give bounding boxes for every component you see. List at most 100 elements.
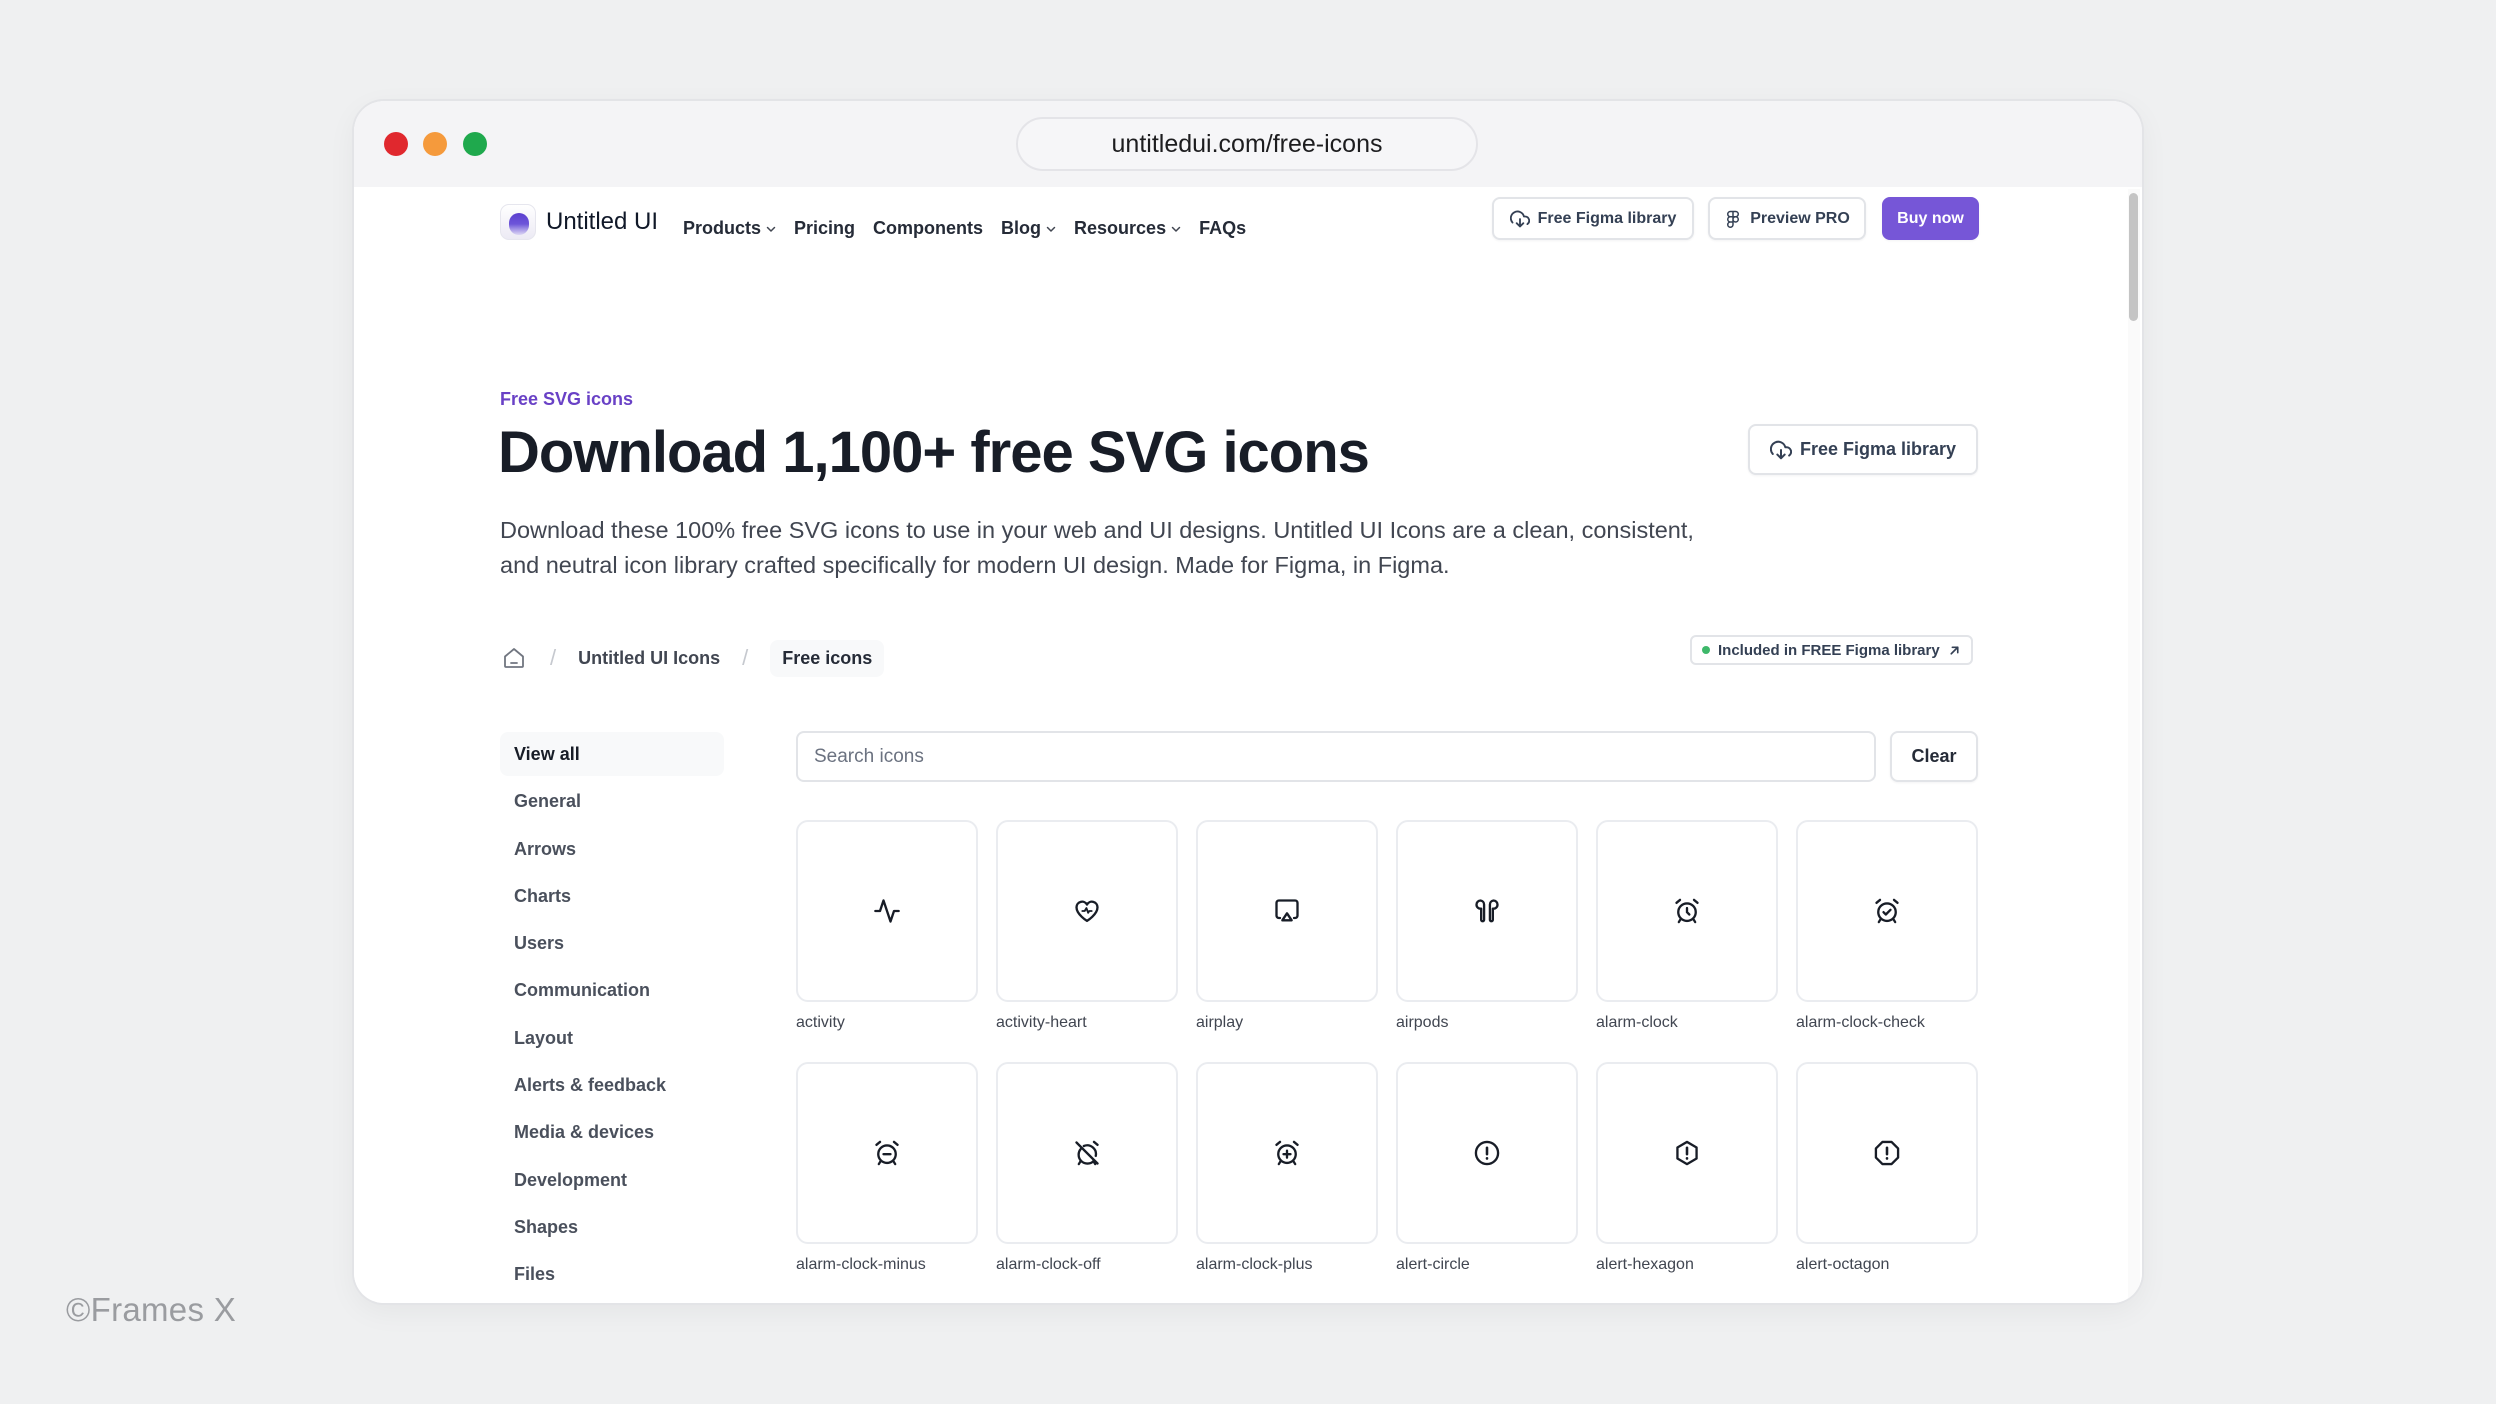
url-text: untitledui.com/free-icons (1111, 129, 1383, 158)
scrollbar-track[interactable] (2128, 189, 2140, 1299)
sidebar-item-charts[interactable]: Charts (500, 874, 724, 918)
icon-card-alarm-clock-minus[interactable] (796, 1062, 978, 1244)
nav-blog[interactable]: Blog (1001, 218, 1056, 239)
minimize-window-button[interactable] (423, 132, 447, 156)
free-figma-library-hero-label: Free Figma library (1799, 439, 1957, 459)
airpods-icon (1475, 899, 1499, 923)
icon-label: activity-heart (996, 1014, 1087, 1031)
icon-card-alarm-clock-check[interactable] (1796, 820, 1978, 1002)
icon-tile: alarm-clock (1596, 820, 1778, 1062)
category-sidebar: View all General Arrows Charts Users Com… (500, 732, 724, 1300)
icon-card-alert-octagon[interactable] (1796, 1062, 1978, 1244)
close-window-button[interactable] (384, 132, 408, 156)
alarm-clock-check-icon (1875, 898, 1899, 924)
scrollbar-thumb[interactable] (2129, 193, 2138, 321)
preview-pro-label: Preview PRO (1750, 209, 1850, 227)
sidebar-item-development[interactable]: Development (500, 1158, 724, 1202)
nav-components[interactable]: Components (873, 218, 983, 239)
icon-tile: alert-octagon (1796, 1062, 1978, 1303)
browser-titlebar: untitledui.com/free-icons (354, 101, 2142, 187)
hero-eyebrow: Free SVG icons (500, 389, 634, 409)
brand-logo[interactable]: Untitled UI (500, 204, 658, 240)
alarm-clock-off-icon (1075, 1140, 1099, 1166)
icon-card-alarm-clock-plus[interactable] (1196, 1062, 1378, 1244)
breadcrumb-separator: / (550, 645, 557, 670)
status-dot (1702, 646, 1710, 654)
nav-pricing[interactable]: Pricing (794, 218, 855, 239)
breadcrumb: / Untitled UI Icons / Free icons (500, 638, 885, 678)
nav-pricing-label: Pricing (794, 218, 856, 238)
figma-icon (1727, 210, 1740, 228)
free-figma-library-nav-button[interactable]: Free Figma library (1492, 197, 1694, 240)
icon-card-activity-heart[interactable] (996, 820, 1178, 1002)
nav-faqs[interactable]: FAQs (1199, 218, 1246, 239)
browser-window: untitledui.com/free-icons Untitled UI Pr… (354, 101, 2142, 1303)
home-icon (504, 648, 524, 668)
included-in-figma-badge[interactable]: Included in FREE Figma library (1690, 635, 1973, 665)
icon-label: airplay (1196, 1014, 1244, 1031)
icon-tile: alarm-clock-minus (796, 1062, 978, 1303)
sidebar-item-general[interactable]: General (500, 779, 724, 823)
clear-label: Clear (1911, 746, 1957, 766)
sidebar-item-layout[interactable]: Layout (500, 1016, 724, 1060)
icon-card-activity[interactable] (796, 820, 978, 1002)
cloud-download-icon (1509, 210, 1530, 227)
search-input[interactable] (796, 731, 1876, 782)
icon-card-alarm-clock[interactable] (1596, 820, 1778, 1002)
sidebar-item-view-all[interactable]: View all (500, 732, 724, 776)
main-nav: Products Pricing Components Blog Resourc… (683, 218, 1246, 239)
icon-tile: alarm-clock-check (1796, 820, 1978, 1062)
activity-icon (874, 899, 900, 923)
nav-faqs-label: FAQs (1199, 218, 1247, 238)
nav-resources[interactable]: Resources (1074, 218, 1181, 239)
free-figma-library-hero-button[interactable]: Free Figma library (1748, 424, 1978, 475)
breadcrumb-free-icons[interactable]: Free icons (770, 639, 885, 677)
sidebar-item-media-devices[interactable]: Media & devices (500, 1110, 724, 1154)
sidebar-item-communication[interactable]: Communication (500, 968, 724, 1012)
nav-products[interactable]: Products (683, 218, 776, 239)
icon-label: airpods (1396, 1014, 1449, 1031)
breadcrumb-home[interactable] (500, 644, 528, 672)
page-title: Download 1,100+ free SVG icons (498, 420, 1370, 485)
icon-card-alert-hexagon[interactable] (1596, 1062, 1778, 1244)
icon-label: alarm-clock-plus (1196, 1256, 1313, 1273)
icon-card-alarm-clock-off[interactable] (996, 1062, 1178, 1244)
sidebar-item-users[interactable]: Users (500, 921, 724, 965)
icon-label: alarm-clock-minus (796, 1256, 926, 1273)
hero-description: Download these 100% free SVG icons to us… (500, 517, 1694, 578)
clear-button[interactable]: Clear (1890, 731, 1978, 782)
preview-pro-button[interactable]: Preview PRO (1708, 197, 1866, 240)
sidebar-item-files[interactable]: Files (500, 1252, 724, 1296)
buy-now-button[interactable]: Buy now (1882, 197, 1979, 240)
nav-resources-label: Resources (1074, 218, 1167, 238)
sidebar-item-alerts-feedback[interactable]: Alerts & feedback (500, 1063, 724, 1107)
icon-label: activity (796, 1014, 845, 1031)
icon-label: alert-hexagon (1596, 1256, 1694, 1273)
icon-grid: activity activity-heart airplay airpods (796, 820, 1980, 1303)
icon-label: alert-circle (1396, 1256, 1470, 1273)
cloud-download-icon (1769, 440, 1792, 459)
icon-tile: activity-heart (996, 820, 1178, 1062)
address-bar[interactable]: untitledui.com/free-icons (1016, 117, 1478, 171)
icon-card-airplay[interactable] (1196, 820, 1378, 1002)
nav-blog-label: Blog (1001, 218, 1042, 238)
maximize-window-button[interactable] (463, 132, 487, 156)
brand-name: Untitled UI (546, 208, 659, 235)
free-figma-library-nav-label: Free Figma library (1537, 209, 1677, 227)
icon-card-alert-circle[interactable] (1396, 1062, 1578, 1244)
icon-label: alert-octagon (1796, 1256, 1890, 1273)
sidebar-item-shapes[interactable]: Shapes (500, 1205, 724, 1249)
icon-tile: alarm-clock-off (996, 1062, 1178, 1303)
icon-tile: alarm-clock-plus (1196, 1062, 1378, 1303)
icon-label: alarm-clock-check (1796, 1014, 1925, 1031)
chevron-down-icon (766, 226, 776, 232)
icon-card-airpods[interactable] (1396, 820, 1578, 1002)
badge-label: Included in FREE Figma library (1718, 641, 1940, 659)
page-content: Untitled UI Products Pricing Components … (354, 187, 2142, 1303)
sidebar-item-arrows[interactable]: Arrows (500, 827, 724, 871)
activity-heart-icon (1075, 900, 1099, 923)
nav-components-label: Components (873, 218, 984, 238)
breadcrumb-untitled-ui-icons[interactable]: Untitled UI Icons (578, 648, 720, 669)
icon-tile: airpods (1396, 820, 1578, 1062)
chevron-down-icon (1046, 226, 1056, 232)
